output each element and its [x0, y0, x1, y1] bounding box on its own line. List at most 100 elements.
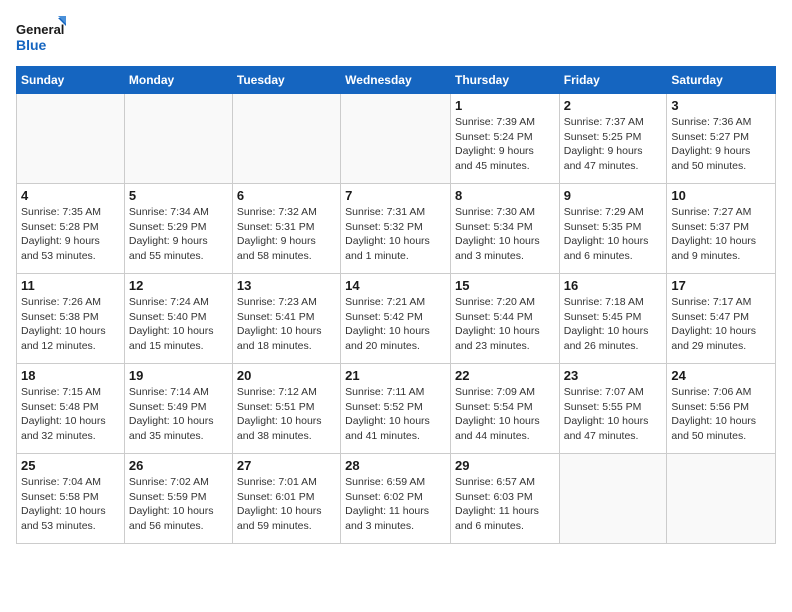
day-info: Sunrise: 7:04 AM Sunset: 5:58 PM Dayligh…	[21, 475, 120, 534]
day-number: 20	[237, 368, 336, 383]
calendar-cell: 19 Sunrise: 7:14 AM Sunset: 5:49 PM Dayli…	[124, 364, 232, 454]
calendar-cell: 13 Sunrise: 7:23 AM Sunset: 5:41 PM Dayli…	[232, 274, 340, 364]
day-info: Sunrise: 7:26 AM Sunset: 5:38 PM Dayligh…	[21, 295, 120, 354]
day-number: 2	[564, 98, 663, 113]
day-info: Sunrise: 7:15 AM Sunset: 5:48 PM Dayligh…	[21, 385, 120, 444]
header: General Blue	[16, 16, 776, 58]
day-info: Sunrise: 7:14 AM Sunset: 5:49 PM Dayligh…	[129, 385, 228, 444]
day-number: 19	[129, 368, 228, 383]
day-info: Sunrise: 7:01 AM Sunset: 6:01 PM Dayligh…	[237, 475, 336, 534]
header-monday: Monday	[124, 67, 232, 94]
calendar-cell	[232, 94, 340, 184]
header-tuesday: Tuesday	[232, 67, 340, 94]
calendar-cell: 29 Sunrise: 6:57 AM Sunset: 6:03 PM Dayli…	[450, 454, 559, 544]
svg-text:Blue: Blue	[16, 37, 47, 53]
day-number: 25	[21, 458, 120, 473]
day-info: Sunrise: 7:12 AM Sunset: 5:51 PM Dayligh…	[237, 385, 336, 444]
day-number: 4	[21, 188, 120, 203]
calendar-cell: 20 Sunrise: 7:12 AM Sunset: 5:51 PM Dayli…	[232, 364, 340, 454]
calendar-cell	[559, 454, 667, 544]
calendar-cell: 28 Sunrise: 6:59 AM Sunset: 6:02 PM Dayli…	[341, 454, 451, 544]
day-number: 17	[671, 278, 771, 293]
calendar-cell: 22 Sunrise: 7:09 AM Sunset: 5:54 PM Dayli…	[450, 364, 559, 454]
day-number: 7	[345, 188, 446, 203]
day-number: 23	[564, 368, 663, 383]
calendar-cell: 11 Sunrise: 7:26 AM Sunset: 5:38 PM Dayli…	[17, 274, 125, 364]
calendar-cell	[124, 94, 232, 184]
day-number: 22	[455, 368, 555, 383]
day-number: 26	[129, 458, 228, 473]
header-thursday: Thursday	[450, 67, 559, 94]
calendar-cell: 21 Sunrise: 7:11 AM Sunset: 5:52 PM Dayli…	[341, 364, 451, 454]
calendar-cell: 14Sunrise: 7:21 AM Sunset: 5:42 PM Dayli…	[341, 274, 451, 364]
day-info: Sunrise: 7:07 AM Sunset: 5:55 PM Dayligh…	[564, 385, 663, 444]
day-number: 9	[564, 188, 663, 203]
calendar-cell: 9 Sunrise: 7:29 AM Sunset: 5:35 PM Daylig…	[559, 184, 667, 274]
day-number: 10	[671, 188, 771, 203]
day-info: Sunrise: 7:35 AM Sunset: 5:28 PM Dayligh…	[21, 205, 120, 264]
calendar-cell: 6Sunrise: 7:32 AM Sunset: 5:31 PM Daylig…	[232, 184, 340, 274]
day-info: Sunrise: 6:57 AM Sunset: 6:03 PM Dayligh…	[455, 475, 555, 534]
day-info: Sunrise: 7:18 AM Sunset: 5:45 PM Dayligh…	[564, 295, 663, 354]
day-number: 11	[21, 278, 120, 293]
calendar-cell: 7Sunrise: 7:31 AM Sunset: 5:32 PM Daylig…	[341, 184, 451, 274]
calendar-header-row: SundayMondayTuesdayWednesdayThursdayFrid…	[17, 67, 776, 94]
day-number: 18	[21, 368, 120, 383]
calendar-week-row: 1 Sunrise: 7:39 AM Sunset: 5:24 PM Daylig…	[17, 94, 776, 184]
header-sunday: Sunday	[17, 67, 125, 94]
day-info: Sunrise: 7:09 AM Sunset: 5:54 PM Dayligh…	[455, 385, 555, 444]
calendar-cell: 15Sunrise: 7:20 AM Sunset: 5:44 PM Dayli…	[450, 274, 559, 364]
calendar-week-row: 11 Sunrise: 7:26 AM Sunset: 5:38 PM Dayli…	[17, 274, 776, 364]
calendar-week-row: 25 Sunrise: 7:04 AM Sunset: 5:58 PM Dayli…	[17, 454, 776, 544]
day-number: 3	[671, 98, 771, 113]
day-number: 21	[345, 368, 446, 383]
day-number: 29	[455, 458, 555, 473]
day-number: 5	[129, 188, 228, 203]
calendar-cell: 17 Sunrise: 7:17 AM Sunset: 5:47 PM Dayli…	[667, 274, 776, 364]
day-number: 13	[237, 278, 336, 293]
calendar-cell	[17, 94, 125, 184]
day-number: 24	[671, 368, 771, 383]
day-info: Sunrise: 7:30 AM Sunset: 5:34 PM Dayligh…	[455, 205, 555, 264]
day-number: 16	[564, 278, 663, 293]
calendar-cell: 24Sunrise: 7:06 AM Sunset: 5:56 PM Dayli…	[667, 364, 776, 454]
day-info: Sunrise: 7:32 AM Sunset: 5:31 PM Dayligh…	[237, 205, 336, 264]
day-number: 8	[455, 188, 555, 203]
day-info: Sunrise: 7:39 AM Sunset: 5:24 PM Dayligh…	[455, 115, 555, 174]
day-number: 15	[455, 278, 555, 293]
calendar-cell: 4 Sunrise: 7:35 AM Sunset: 5:28 PM Daylig…	[17, 184, 125, 274]
logo: General Blue	[16, 16, 66, 58]
day-number: 27	[237, 458, 336, 473]
calendar: SundayMondayTuesdayWednesdayThursdayFrid…	[16, 66, 776, 544]
calendar-week-row: 18 Sunrise: 7:15 AM Sunset: 5:48 PM Dayli…	[17, 364, 776, 454]
calendar-week-row: 4 Sunrise: 7:35 AM Sunset: 5:28 PM Daylig…	[17, 184, 776, 274]
calendar-cell: 25 Sunrise: 7:04 AM Sunset: 5:58 PM Dayli…	[17, 454, 125, 544]
day-info: Sunrise: 7:21 AM Sunset: 5:42 PM Dayligh…	[345, 295, 446, 354]
logo-icon: General Blue	[16, 16, 66, 58]
calendar-cell: 8 Sunrise: 7:30 AM Sunset: 5:34 PM Daylig…	[450, 184, 559, 274]
day-info: Sunrise: 7:24 AM Sunset: 5:40 PM Dayligh…	[129, 295, 228, 354]
day-info: Sunrise: 7:36 AM Sunset: 5:27 PM Dayligh…	[671, 115, 771, 174]
svg-text:General: General	[16, 22, 64, 37]
day-info: Sunrise: 6:59 AM Sunset: 6:02 PM Dayligh…	[345, 475, 446, 534]
day-info: Sunrise: 7:37 AM Sunset: 5:25 PM Dayligh…	[564, 115, 663, 174]
day-info: Sunrise: 7:29 AM Sunset: 5:35 PM Dayligh…	[564, 205, 663, 264]
calendar-cell: 12 Sunrise: 7:24 AM Sunset: 5:40 PM Dayli…	[124, 274, 232, 364]
day-info: Sunrise: 7:17 AM Sunset: 5:47 PM Dayligh…	[671, 295, 771, 354]
header-friday: Friday	[559, 67, 667, 94]
calendar-cell: 10 Sunrise: 7:27 AM Sunset: 5:37 PM Dayli…	[667, 184, 776, 274]
day-info: Sunrise: 7:23 AM Sunset: 5:41 PM Dayligh…	[237, 295, 336, 354]
calendar-cell: 5 Sunrise: 7:34 AM Sunset: 5:29 PM Daylig…	[124, 184, 232, 274]
header-wednesday: Wednesday	[341, 67, 451, 94]
day-number: 1	[455, 98, 555, 113]
day-number: 28	[345, 458, 446, 473]
calendar-cell: 23 Sunrise: 7:07 AM Sunset: 5:55 PM Dayli…	[559, 364, 667, 454]
day-info: Sunrise: 7:11 AM Sunset: 5:52 PM Dayligh…	[345, 385, 446, 444]
calendar-cell: 16 Sunrise: 7:18 AM Sunset: 5:45 PM Dayli…	[559, 274, 667, 364]
calendar-cell	[667, 454, 776, 544]
day-info: Sunrise: 7:34 AM Sunset: 5:29 PM Dayligh…	[129, 205, 228, 264]
day-info: Sunrise: 7:27 AM Sunset: 5:37 PM Dayligh…	[671, 205, 771, 264]
calendar-cell: 18 Sunrise: 7:15 AM Sunset: 5:48 PM Dayli…	[17, 364, 125, 454]
day-number: 12	[129, 278, 228, 293]
calendar-cell: 26Sunrise: 7:02 AM Sunset: 5:59 PM Dayli…	[124, 454, 232, 544]
